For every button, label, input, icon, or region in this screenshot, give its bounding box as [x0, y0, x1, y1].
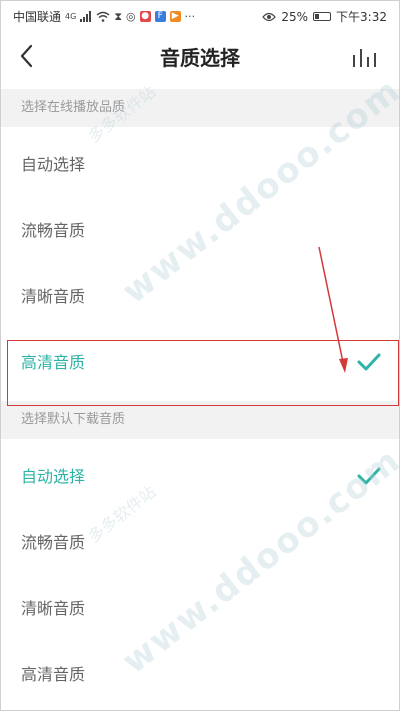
option-label: 清晰音质 — [21, 287, 86, 306]
online-option-smooth[interactable]: 流畅音质 — [1, 199, 399, 263]
online-option-clear[interactable]: 清晰音质 — [1, 265, 399, 329]
option-label: 自动选择 — [21, 467, 86, 486]
option-label: 清晰音质 — [21, 599, 86, 618]
signal-4g-label: 4G — [65, 11, 77, 21]
option-label: 流畅音质 — [21, 221, 86, 240]
signal-icon — [80, 11, 92, 22]
checkmark-icon — [357, 353, 381, 371]
option-label: 流畅音质 — [21, 533, 86, 552]
flag-app-icon: F — [154, 11, 166, 22]
hourglass-icon: ⧗ — [114, 9, 123, 23]
status-left: 中国联通 4G ⧗ ◎ ● F ▶ ··· — [13, 8, 195, 25]
status-right: 25% 下午3:32 — [262, 8, 387, 25]
carrier-label: 中国联通 — [13, 10, 62, 24]
download-option-auto[interactable]: 自动选择 — [1, 445, 399, 509]
status-bar: 中国联通 4G ⧗ ◎ ● F ▶ ··· 25% 下午3:32 — [1, 1, 399, 29]
download-option-smooth[interactable]: 流畅音质 — [1, 511, 399, 575]
download-section-header: 选择默认下载音质 — [1, 401, 399, 439]
eye-icon — [262, 12, 277, 21]
play-app-icon: ▶ — [169, 11, 181, 22]
more-notifications-icon: ··· — [184, 9, 196, 23]
option-label: 高清音质 — [21, 353, 86, 372]
clock-time: 下午3:32 — [336, 10, 387, 24]
location-icon: ● — [139, 11, 151, 22]
equalizer-icon — [353, 49, 376, 67]
page-title: 音质选择 — [160, 46, 240, 70]
online-section-header: 选择在线播放品质 — [1, 89, 399, 127]
option-label: 自动选择 — [21, 155, 86, 174]
checkmark-icon — [357, 467, 381, 485]
nav-bar: 音质选择 — [1, 29, 399, 83]
wifi-icon — [96, 11, 110, 22]
compass-icon: ◎ — [126, 9, 136, 23]
battery-icon — [313, 12, 332, 21]
option-label: 高清音质 — [21, 665, 86, 684]
online-option-hd[interactable]: 高清音质 — [1, 331, 399, 395]
battery-percent: 25% — [281, 9, 309, 24]
equalizer-button[interactable] — [351, 45, 379, 69]
download-option-clear[interactable]: 清晰音质 — [1, 577, 399, 641]
download-option-hd[interactable]: 高清音质 — [1, 643, 399, 707]
online-option-auto[interactable]: 自动选择 — [1, 133, 399, 197]
